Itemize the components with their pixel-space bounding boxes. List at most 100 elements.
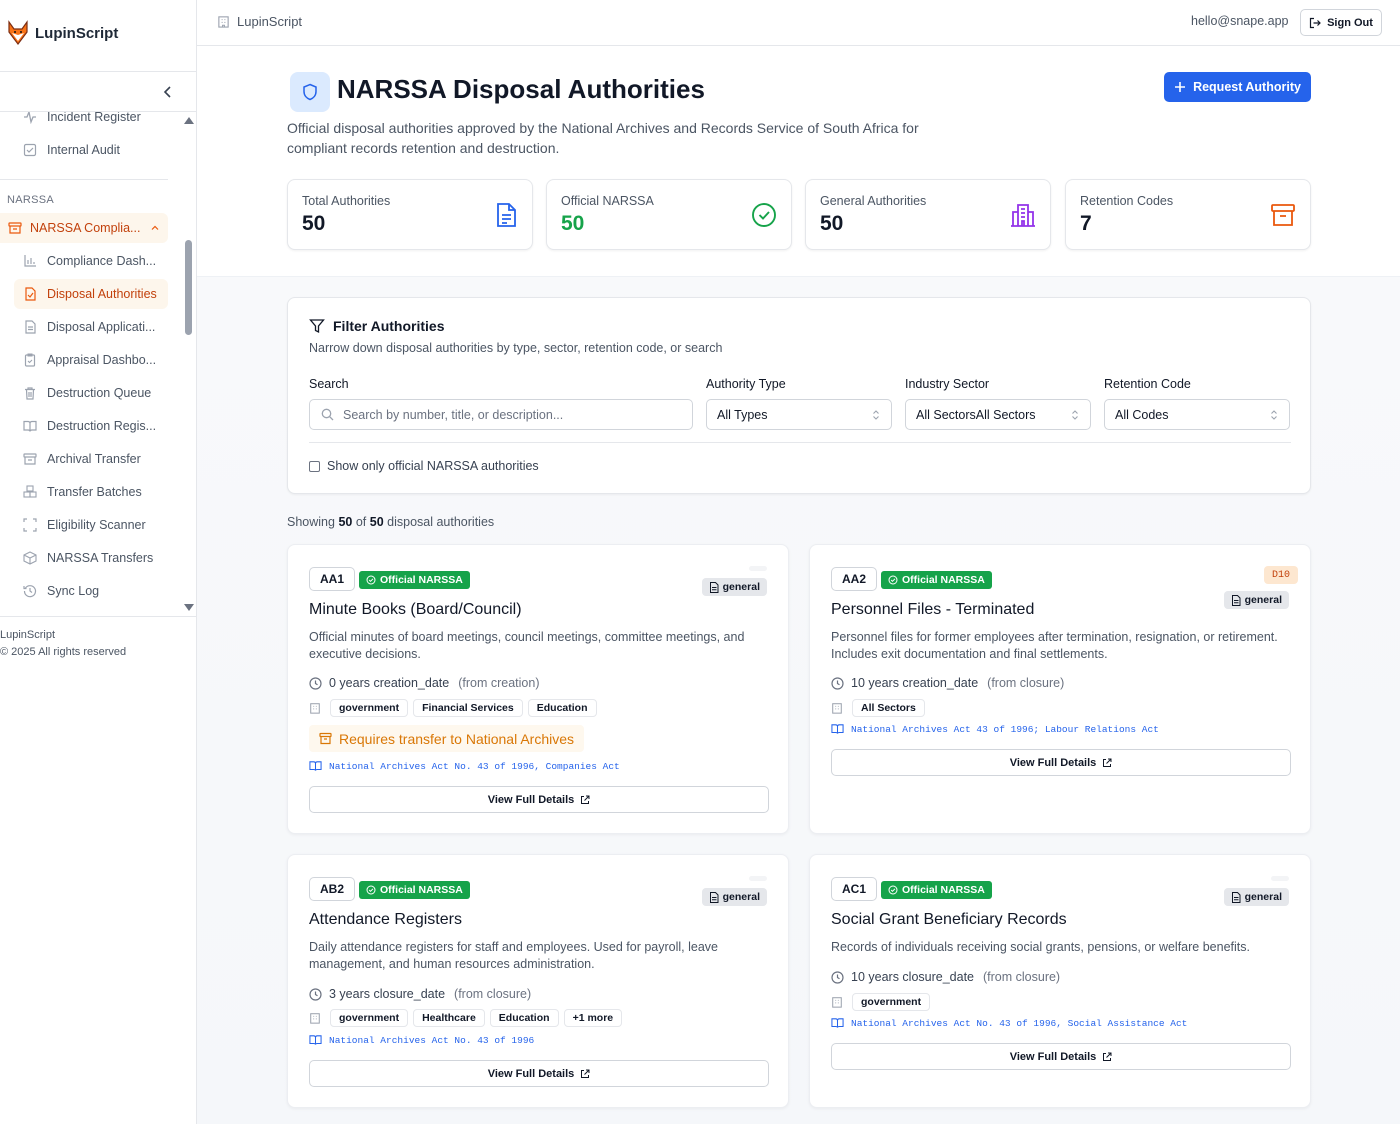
retention-code-badge: [1271, 876, 1289, 881]
sidebar-group-narssa-compliance[interactable]: NARSSA Complia...: [0, 213, 168, 243]
stat-card-official: Official NARSSA 50: [546, 179, 792, 250]
sidebar-item-appraisal-dashboard[interactable]: Appraisal Dashbo...: [14, 345, 168, 375]
sidebar-item-label: Incident Register: [47, 112, 141, 124]
view-full-details-button[interactable]: View Full Details: [309, 786, 769, 813]
filter-panel: Filter Authorities Narrow down disposal …: [287, 297, 1311, 494]
sector-list: government: [831, 993, 931, 1011]
sidebar-item-disposal-applications[interactable]: Disposal Applicati...: [14, 312, 168, 342]
stat-value: 50: [302, 212, 326, 235]
building-icon: [832, 703, 842, 714]
sidebar-item-sync-log[interactable]: Sync Log: [14, 576, 168, 606]
collapse-sidebar-button[interactable]: [160, 84, 178, 100]
filter-title: Filter Authorities: [309, 318, 445, 334]
authority-description: Daily attendance registers for staff and…: [309, 940, 719, 971]
official-only-checkbox[interactable]: [309, 460, 320, 472]
sector-tag: government: [330, 699, 409, 717]
sidebar-item-label: Appraisal Dashbo...: [47, 353, 157, 367]
file-text-icon: [25, 320, 36, 334]
authority-card-aa1: AA1 Official NARSSA general Minute Books…: [287, 544, 789, 834]
authority-type-select[interactable]: All Types: [706, 399, 892, 430]
sidebar-item-transfer-batches[interactable]: Transfer Batches: [14, 477, 168, 507]
scroll-down-arrow[interactable]: [184, 604, 194, 611]
legislation-text: National Archives Act No. 43 of 1996, Co…: [329, 760, 620, 772]
sidebar-item-label: Destruction Regis...: [47, 419, 157, 433]
sidebar-item-label: Destruction Queue: [47, 386, 152, 400]
retention-value: 10 years creation_date: [851, 676, 979, 690]
category-label: general: [722, 581, 760, 593]
sidebar-item-incident-register[interactable]: Incident Register: [14, 112, 168, 132]
official-only-toggle[interactable]: Show only official NARSSA authorities: [309, 459, 539, 473]
view-details-label: View Full Details: [487, 793, 575, 806]
archive-icon: [23, 453, 37, 465]
sidebar-item-destruction-queue[interactable]: Destruction Queue: [14, 378, 168, 408]
official-badge-label: Official NARSSA: [380, 884, 463, 896]
scroll-up-arrow[interactable]: [184, 117, 194, 124]
view-full-details-button[interactable]: View Full Details: [831, 1043, 1291, 1070]
results-prefix: Showing: [287, 515, 335, 529]
authority-description: Records of individuals receiving social …: [831, 940, 1250, 954]
sign-out-button[interactable]: Sign Out: [1300, 9, 1382, 36]
stat-label: General Authorities: [820, 194, 927, 208]
app-logo[interactable]: LupinScript: [6, 20, 118, 46]
authority-card-ab2: AB2 Official NARSSA general Attendance R…: [287, 854, 789, 1108]
sidebar-item-disposal-authorities[interactable]: Disposal Authorities: [14, 279, 168, 309]
view-full-details-button[interactable]: View Full Details: [309, 1060, 769, 1087]
sidebar-item-eligibility-scanner[interactable]: Eligibility Scanner: [14, 510, 168, 540]
sector-list: government Healthcare Education +1 more: [309, 1009, 623, 1027]
shield-icon: [303, 83, 317, 101]
search-icon: [321, 408, 334, 421]
check-circle-icon: [366, 885, 376, 895]
search-field[interactable]: [309, 399, 693, 430]
book-open-icon: [831, 1018, 844, 1028]
building-icon: [1011, 204, 1035, 227]
category-badge: general: [701, 888, 767, 906]
more-sectors-tag[interactable]: +1 more: [563, 1009, 623, 1027]
chevrons-up-down-icon: [1271, 410, 1277, 420]
check-circle-icon: [366, 575, 376, 585]
sector-tag: All Sectors: [852, 699, 925, 717]
sector-tag: government: [330, 1009, 409, 1027]
clock-icon: [831, 676, 844, 690]
filter-divider: [309, 442, 1291, 443]
category-badge: general: [1223, 591, 1289, 609]
stat-label: Total Authorities: [302, 194, 391, 208]
authority-card-aa2: AA2 Official NARSSA D10 general Personne…: [809, 544, 1311, 834]
transfer-notice-label: Requires transfer to National Archives: [339, 730, 574, 747]
fox-logo-icon: [8, 20, 28, 45]
trash-icon: [25, 387, 35, 400]
file-text-icon: [1231, 594, 1241, 606]
book-open-icon: [831, 724, 844, 734]
file-text-icon: [497, 203, 516, 227]
sidebar-item-archival-transfer[interactable]: Archival Transfer: [14, 444, 168, 474]
clipboard-icon: [24, 353, 36, 367]
sidebar-item-internal-audit[interactable]: Internal Audit: [14, 135, 168, 165]
sidebar-scrollbar-thumb[interactable]: [185, 240, 192, 335]
sidebar-item-narssa-transfers[interactable]: NARSSA Transfers: [14, 543, 168, 573]
building-icon: [218, 16, 229, 28]
view-full-details-button[interactable]: View Full Details: [831, 749, 1291, 776]
retention-from: (from closure): [454, 987, 532, 1001]
boxes-icon: [23, 485, 37, 498]
sidebar-item-compliance-dashboard[interactable]: Compliance Dash...: [14, 246, 168, 276]
archive-icon: [1271, 204, 1295, 226]
breadcrumb[interactable]: LupinScript: [217, 14, 302, 29]
retention-period: 10 years creation_date (from closure): [831, 676, 1064, 690]
sidebar-nav[interactable]: Incident Register Internal Audit NARSSA …: [0, 112, 196, 616]
retention-code-select[interactable]: All Codes: [1104, 399, 1290, 430]
stat-label: Retention Codes: [1080, 194, 1174, 208]
stat-value: 50: [820, 212, 844, 235]
official-badge-label: Official NARSSA: [902, 574, 985, 586]
sidebar-item-destruction-register[interactable]: Destruction Regis...: [14, 411, 168, 441]
official-badge-label: Official NARSSA: [902, 884, 985, 896]
app-name: LupinScript: [35, 24, 119, 42]
retention-value: 0 years creation_date: [329, 676, 450, 690]
sector-tag: Financial Services: [413, 699, 523, 717]
request-authority-button[interactable]: Request Authority: [1164, 72, 1311, 102]
industry-sector-select[interactable]: All SectorsAll Sectors: [905, 399, 1091, 430]
checkbox-icon: [23, 143, 37, 157]
retention-value: 3 years closure_date: [329, 987, 446, 1001]
sidebar: LupinScript Incident Register Internal A…: [0, 0, 197, 1124]
authority-type-label: Authority Type: [706, 377, 786, 391]
activity-icon: [24, 112, 36, 124]
search-input[interactable]: [343, 407, 663, 422]
